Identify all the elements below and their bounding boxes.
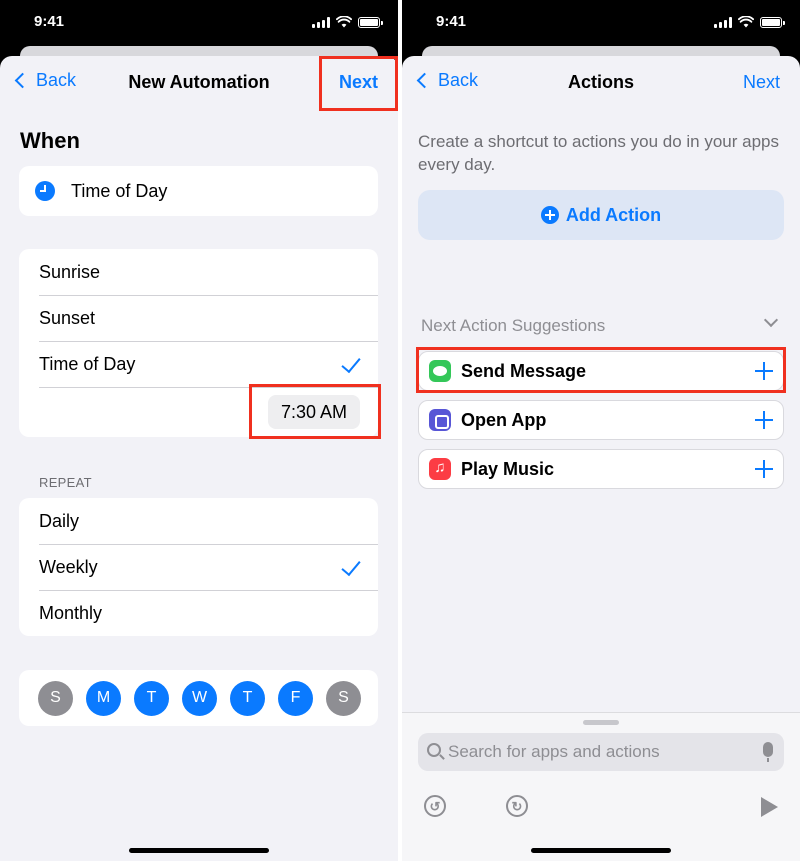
- checkmark-icon: [341, 352, 361, 374]
- option-label: Daily: [39, 510, 80, 531]
- chevron-down-icon: [763, 312, 779, 328]
- option-sunset[interactable]: Sunset: [19, 295, 378, 341]
- day-toggle-monday[interactable]: M: [86, 680, 121, 716]
- day-selector: S M T W T F S: [19, 670, 378, 726]
- status-bar: 9:41: [0, 0, 398, 44]
- day-toggle-sunday[interactable]: S: [38, 680, 73, 716]
- status-bar: 9:41: [402, 0, 800, 44]
- home-indicator: [129, 848, 269, 853]
- highlight-send-message: [416, 347, 786, 393]
- search-field[interactable]: Search for apps and actions: [418, 733, 784, 771]
- trigger-label: Time of Day: [71, 180, 168, 201]
- add-action-label: Add Action: [565, 204, 662, 225]
- suggestion-label: Open App: [461, 409, 547, 430]
- repeat-daily[interactable]: Daily: [19, 498, 378, 544]
- option-label: Sunset: [39, 307, 96, 328]
- cellular-signal-icon: [714, 16, 732, 28]
- wifi-icon: [336, 16, 352, 28]
- battery-icon: [358, 16, 383, 28]
- search-placeholder: Search for apps and actions: [448, 742, 660, 761]
- repeat-monthly[interactable]: Monthly: [19, 590, 378, 636]
- wifi-icon: [738, 16, 754, 28]
- option-label: Time of Day: [39, 353, 136, 374]
- page-title: Actions: [567, 72, 634, 92]
- repeat-weekly[interactable]: Weekly: [19, 544, 378, 590]
- plus-icon[interactable]: [755, 411, 773, 429]
- suggestion-label: Play Music: [461, 458, 555, 479]
- day-toggle-thursday[interactable]: T: [230, 680, 265, 716]
- status-time: 9:41: [34, 13, 65, 30]
- battery-icon: [760, 16, 785, 28]
- play-icon[interactable]: [761, 797, 778, 817]
- option-label: Weekly: [39, 556, 98, 577]
- day-toggle-saturday[interactable]: S: [326, 680, 361, 716]
- day-toggle-tuesday[interactable]: T: [134, 680, 169, 716]
- option-label: Monthly: [39, 602, 103, 623]
- next-button[interactable]: Next: [743, 72, 780, 93]
- panel-grabber[interactable]: [583, 720, 619, 725]
- option-sunrise[interactable]: Sunrise: [19, 249, 378, 295]
- open-app-icon: [429, 409, 451, 431]
- status-time: 9:41: [436, 13, 467, 30]
- music-icon: [429, 458, 451, 480]
- suggestions-header[interactable]: Next Action Suggestions: [421, 312, 780, 336]
- intro-text: Create a shortcut to actions you do in y…: [418, 132, 779, 174]
- search-icon: [427, 743, 441, 757]
- cellular-signal-icon: [312, 16, 330, 28]
- when-heading: When: [20, 128, 80, 153]
- redo-icon[interactable]: ↻: [506, 795, 528, 817]
- undo-icon[interactable]: ↺: [424, 795, 446, 817]
- option-label: Sunrise: [39, 261, 101, 282]
- suggestions-heading: Next Action Suggestions: [421, 316, 606, 335]
- option-time-of-day[interactable]: Time of Day: [19, 341, 378, 387]
- nav-bar: Back Actions Next: [402, 56, 800, 108]
- microphone-icon[interactable]: [763, 742, 773, 762]
- actions-sheet: Back Actions Next Create a shortcut to a…: [402, 56, 800, 861]
- add-action-button[interactable]: Add Action: [418, 190, 784, 240]
- day-toggle-friday[interactable]: F: [278, 680, 313, 716]
- trigger-card[interactable]: Time of Day: [19, 166, 378, 216]
- plus-circle-icon: [540, 206, 559, 224]
- automation-sheet: Back New Automation Next When Time of Da…: [0, 56, 398, 861]
- highlight-next-button: [319, 56, 398, 111]
- suggestion-play-music[interactable]: Play Music: [418, 449, 784, 489]
- suggestion-open-app[interactable]: Open App: [418, 400, 784, 440]
- highlight-time-picker: [249, 384, 381, 439]
- clock-icon: [35, 181, 55, 201]
- home-indicator: [531, 848, 671, 853]
- actions-screen: 9:41 Back Actions Next Create a shortcut…: [402, 0, 800, 861]
- checkmark-icon: [341, 555, 361, 577]
- plus-icon[interactable]: [755, 460, 773, 478]
- action-search-panel: Search for apps and actions ↺ ↻: [402, 712, 800, 861]
- day-toggle-wednesday[interactable]: W: [182, 680, 217, 716]
- repeat-heading: REPEAT: [39, 475, 92, 490]
- automation-screen: 9:41 Back New Automation Next When Time …: [0, 0, 398, 861]
- repeat-options-list: Daily Weekly Monthly: [19, 498, 378, 636]
